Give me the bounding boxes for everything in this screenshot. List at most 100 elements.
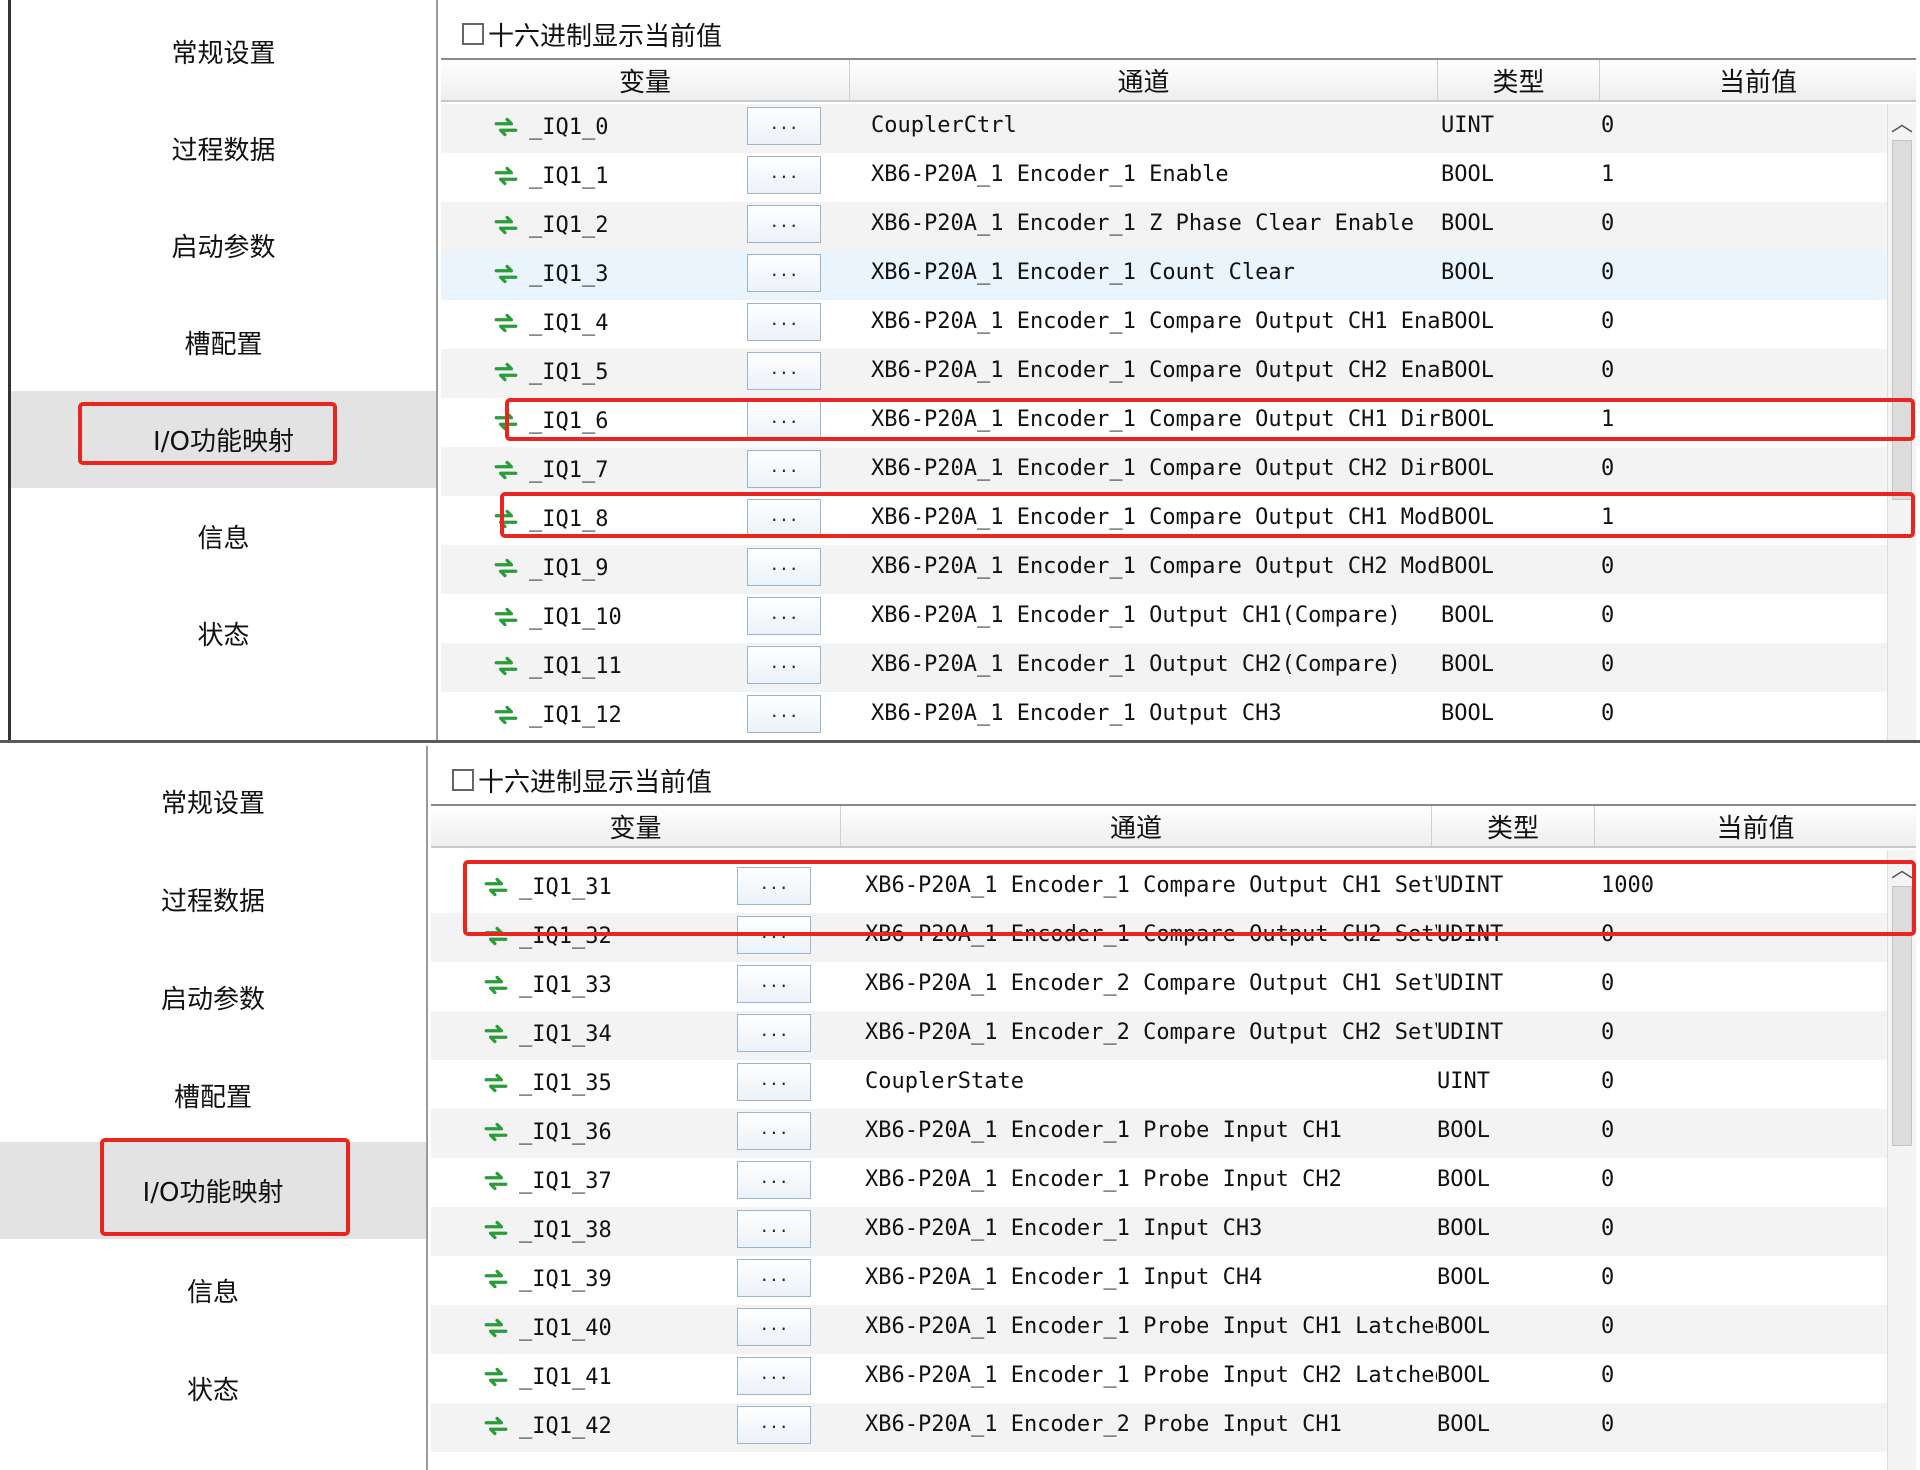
table-row[interactable]: _IQ1_11 ... XB6-P20A_1 Encoder_1 Output … <box>441 643 1887 692</box>
table-row[interactable]: _IQ1_2 ... XB6-P20A_1 Encoder_1 Z Phase … <box>441 202 1887 251</box>
table-row[interactable]: _IQ1_33 ... XB6-P20A_1 Encoder_2 Compare… <box>431 962 1887 1011</box>
channel-type: BOOL <box>1437 1265 1490 1290</box>
sidebar-item-label: 常规设置 <box>171 39 276 69</box>
browse-variable-button[interactable]: ... <box>737 916 811 954</box>
sidebar-item-label: 启动参数 <box>160 985 265 1015</box>
chevron-up-icon[interactable]: ︿ <box>1888 854 1916 883</box>
refresh-arrows-icon <box>494 411 518 431</box>
scrollbar-thumb[interactable] <box>1892 886 1912 1146</box>
table-row[interactable]: _IQ1_9 ... XB6-P20A_1 Encoder_1 Compare … <box>441 545 1887 594</box>
column-header-channel[interactable]: 通道 <box>841 806 1432 846</box>
table-row[interactable]: _IQ1_38 ... XB6-P20A_1 Encoder_1 Input C… <box>431 1207 1887 1256</box>
variable-name: _IQ1_31 <box>519 875 612 900</box>
sidebar-item-process-data[interactable]: 过程数据 <box>11 100 436 197</box>
table-row[interactable]: _IQ1_6 ... XB6-P20A_1 Encoder_1 Compare … <box>441 398 1887 447</box>
column-header-type[interactable]: 类型 <box>1432 806 1595 846</box>
variable-name: _IQ1_9 <box>529 556 609 581</box>
vertical-scrollbar[interactable]: ︿ <box>1887 104 1916 740</box>
browse-variable-button[interactable]: ... <box>747 499 821 537</box>
table-row[interactable]: _IQ1_7 ... XB6-P20A_1 Encoder_1 Compare … <box>441 447 1887 496</box>
sidebar-item-startup-params[interactable]: 启动参数 <box>0 949 426 1046</box>
hex-display-option[interactable]: 十六进制显示当前值 <box>452 762 712 798</box>
sidebar-item-label: I/O功能映射 <box>153 427 294 457</box>
scrollbar-thumb[interactable] <box>1892 140 1912 500</box>
browse-variable-button[interactable]: ... <box>747 548 821 586</box>
table-row[interactable]: _IQ1_3 ... XB6-P20A_1 Encoder_1 Count Cl… <box>441 251 1887 300</box>
table-row[interactable]: _IQ1_40 ... XB6-P20A_1 Encoder_1 Probe I… <box>431 1305 1887 1354</box>
browse-variable-button[interactable]: ... <box>747 254 821 292</box>
browse-variable-button[interactable]: ... <box>737 1014 811 1052</box>
table-row[interactable]: _IQ1_4 ... XB6-P20A_1 Encoder_1 Compare … <box>441 300 1887 349</box>
sidebar-item-status[interactable]: 状态 <box>11 585 436 682</box>
browse-variable-button[interactable]: ... <box>737 1112 811 1150</box>
table-row[interactable]: _IQ1_42 ... XB6-P20A_1 Encoder_2 Probe I… <box>431 1403 1887 1452</box>
browse-variable-button[interactable]: ... <box>737 1161 811 1199</box>
sidebar-item-io-mapping[interactable]: I/O功能映射 <box>11 391 436 488</box>
browse-variable-button[interactable]: ... <box>747 303 821 341</box>
column-header-variable[interactable]: 变量 <box>441 60 850 100</box>
table-row[interactable]: _IQ1_32 ... XB6-P20A_1 Encoder_1 Compare… <box>431 913 1887 962</box>
sidebar-item-startup-params[interactable]: 启动参数 <box>11 197 436 294</box>
hex-display-checkbox[interactable] <box>452 769 474 791</box>
current-value: 1000 <box>1601 873 1654 898</box>
sidebar-item-general[interactable]: 常规设置 <box>11 3 436 100</box>
browse-variable-button[interactable]: ... <box>737 965 811 1003</box>
table-row[interactable]: _IQ1_1 ... XB6-P20A_1 Encoder_1 Enable B… <box>441 153 1887 202</box>
browse-variable-button[interactable]: ... <box>747 156 821 194</box>
browse-variable-button[interactable]: ... <box>737 1357 811 1395</box>
table-row[interactable]: _IQ1_5 ... XB6-P20A_1 Encoder_1 Compare … <box>441 349 1887 398</box>
table-row[interactable]: _IQ1_35 ... CouplerState UINT 0 <box>431 1060 1887 1109</box>
browse-variable-button[interactable]: ... <box>737 1308 811 1346</box>
table-row[interactable]: _IQ1_37 ... XB6-P20A_1 Encoder_1 Probe I… <box>431 1158 1887 1207</box>
table-row[interactable]: _IQ1_31 ... XB6-P20A_1 Encoder_1 Compare… <box>431 864 1887 913</box>
refresh-arrows-icon <box>494 509 518 529</box>
table-row[interactable]: _IQ1_8 ... XB6-P20A_1 Encoder_1 Compare … <box>441 496 1887 545</box>
browse-variable-button[interactable]: ... <box>747 205 821 243</box>
table-row[interactable]: _IQ1_34 ... XB6-P20A_1 Encoder_2 Compare… <box>431 1011 1887 1060</box>
variable-name: _IQ1_11 <box>529 654 622 679</box>
column-header-type[interactable]: 类型 <box>1438 60 1600 100</box>
chevron-up-icon[interactable]: ︿ <box>1888 108 1916 137</box>
variable-name: _IQ1_6 <box>529 409 609 434</box>
sidebar-item-general[interactable]: 常规设置 <box>0 753 426 850</box>
sidebar-item-process-data[interactable]: 过程数据 <box>0 851 426 948</box>
hex-display-option[interactable]: 十六进制显示当前值 <box>462 16 722 52</box>
refresh-arrows-icon <box>494 607 518 627</box>
column-header-value[interactable]: 当前值 <box>1600 60 1916 100</box>
browse-variable-button[interactable]: ... <box>737 1063 811 1101</box>
browse-variable-button[interactable]: ... <box>747 107 821 145</box>
sidebar-item-info[interactable]: 信息 <box>11 488 436 585</box>
column-header-channel[interactable]: 通道 <box>850 60 1438 100</box>
table-row[interactable]: _IQ1_41 ... XB6-P20A_1 Encoder_1 Probe I… <box>431 1354 1887 1403</box>
browse-variable-button[interactable]: ... <box>747 450 821 488</box>
sidebar-item-status[interactable]: 状态 <box>0 1340 426 1437</box>
browse-variable-button[interactable]: ... <box>747 352 821 390</box>
browse-variable-button[interactable]: ... <box>747 646 821 684</box>
sidebar-item-slot-config[interactable]: 槽配置 <box>11 294 436 391</box>
channel-type: UDINT <box>1437 922 1504 947</box>
table-row[interactable]: _IQ1_0 ... CouplerCtrl UINT 0 <box>441 104 1887 153</box>
table-row[interactable]: _IQ1_36 ... XB6-P20A_1 Encoder_1 Probe I… <box>431 1109 1887 1158</box>
browse-variable-button[interactable]: ... <box>747 597 821 635</box>
browse-variable-button[interactable]: ... <box>737 1406 811 1444</box>
browse-variable-button[interactable]: ... <box>737 1210 811 1248</box>
browse-variable-button[interactable]: ... <box>737 867 811 905</box>
browse-variable-button[interactable]: ... <box>747 401 821 439</box>
current-value: 0 <box>1601 456 1615 481</box>
settings-sidebar: 常规设置 过程数据 启动参数 槽配置 I/O功能映射 信息 状态 <box>0 746 428 1470</box>
vertical-scrollbar[interactable]: ︿ <box>1887 850 1916 1470</box>
hex-display-checkbox[interactable] <box>462 23 484 45</box>
browse-variable-button[interactable]: ... <box>747 695 821 733</box>
channel-type: BOOL <box>1437 1412 1490 1437</box>
table-row[interactable]: _IQ1_39 ... XB6-P20A_1 Encoder_1 Input C… <box>431 1256 1887 1305</box>
sidebar-item-info[interactable]: 信息 <box>0 1242 426 1339</box>
column-header-variable[interactable]: 变量 <box>431 806 841 846</box>
table-row[interactable]: _IQ1_12 ... XB6-P20A_1 Encoder_1 Output … <box>441 692 1887 740</box>
hex-display-label: 十六进制显示当前值 <box>478 767 713 798</box>
column-header-value[interactable]: 当前值 <box>1595 806 1916 846</box>
sidebar-item-io-mapping[interactable]: I/O功能映射 <box>0 1142 426 1239</box>
sidebar-item-slot-config[interactable]: 槽配置 <box>0 1047 426 1144</box>
browse-variable-button[interactable]: ... <box>737 1259 811 1297</box>
channel-type: BOOL <box>1441 701 1494 726</box>
table-row[interactable]: _IQ1_10 ... XB6-P20A_1 Encoder_1 Output … <box>441 594 1887 643</box>
